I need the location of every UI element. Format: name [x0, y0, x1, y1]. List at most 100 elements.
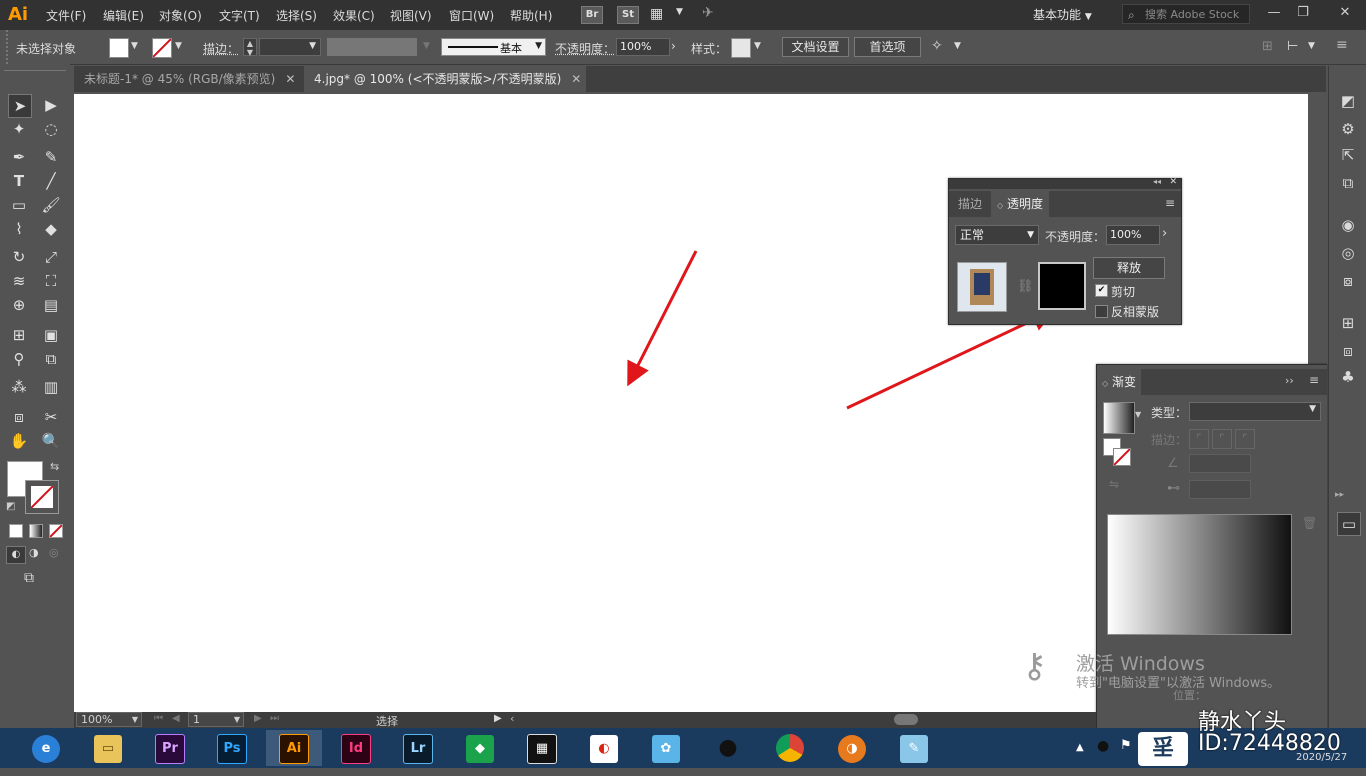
type-tool-icon[interactable]: T — [8, 170, 30, 192]
taskbar-green-app-icon[interactable]: ◆ — [458, 730, 502, 766]
magic-wand-tool-icon[interactable]: ✦ — [8, 118, 30, 140]
artwork-thumbnail[interactable] — [957, 262, 1007, 312]
default-fill-stroke-icon[interactable]: ◩ — [6, 501, 15, 512]
opacity-input[interactable]: 100% — [1106, 225, 1160, 245]
menu-help[interactable]: 帮助(H) — [510, 7, 552, 24]
taskbar-chat-app-icon[interactable]: ✿ — [644, 730, 688, 766]
menu-object[interactable]: 对象(O) — [159, 7, 202, 24]
minimize-window-button[interactable]: — — [1263, 4, 1285, 22]
fill-dropdown-icon[interactable]: ▼ — [131, 41, 138, 51]
opacity-label[interactable]: 不透明度： — [555, 40, 615, 57]
symbols-icon[interactable]: ♣ — [1337, 366, 1359, 388]
invert-mask-checkbox[interactable] — [1095, 305, 1108, 318]
menu-type[interactable]: 文字(T) — [219, 7, 260, 24]
pathfinder-icon[interactable]: ⧈ — [1337, 340, 1359, 362]
taskbar-browser-icon[interactable]: ◑ — [830, 730, 874, 766]
shaper-tool-icon[interactable]: ⌇ — [8, 218, 30, 240]
variable-width-profile[interactable] — [327, 38, 417, 56]
gradient-preview[interactable] — [1107, 514, 1292, 635]
graphic-styles-icon[interactable]: ◎ — [1337, 242, 1359, 264]
tray-expand-icon[interactable]: ▲ — [1076, 742, 1084, 753]
swap-fill-stroke-icon[interactable]: ⇆ — [50, 460, 59, 473]
artboard-tool-icon[interactable]: ⧈ — [8, 406, 30, 428]
preferences-button[interactable]: 首选项 — [854, 37, 921, 57]
stroke-swatch[interactable] — [152, 38, 172, 58]
export-icon[interactable]: ⇱ — [1337, 144, 1359, 166]
stroke-weight-stepper[interactable]: ▲ ▼ — [243, 38, 257, 57]
paintbrush-tool-icon[interactable]: 🖌 — [40, 194, 62, 216]
align-icon[interactable]: ⊞ — [1262, 39, 1273, 54]
gpu-rocket-icon[interactable]: ✈ — [702, 5, 714, 21]
panel-header[interactable]: ◂◂ ✕ — [949, 177, 1181, 189]
opacity-mask-thumbnail[interactable] — [1038, 262, 1086, 310]
clip-checkbox[interactable]: ✔ — [1095, 284, 1108, 297]
menu-window[interactable]: 窗口(W) — [449, 7, 494, 24]
taskbar-chrome-icon[interactable] — [768, 730, 812, 766]
scroll-left-icon[interactable]: ‹ — [510, 712, 514, 725]
gradient-dock-icon[interactable]: ▭ — [1337, 512, 1361, 536]
tab-transparency[interactable]: ◇ 透明度 — [991, 191, 1049, 217]
collapse-icon[interactable]: ◂◂ — [1153, 177, 1161, 186]
fill-swatch[interactable] — [109, 38, 129, 58]
screen-mode-icon[interactable]: ⧉ — [24, 570, 34, 586]
file-explorer-icon[interactable]: ▭ — [86, 730, 130, 766]
line-segment-tool-icon[interactable]: ╱ — [40, 170, 62, 192]
opacity-expand-icon[interactable]: › — [1162, 226, 1167, 241]
tab-stroke[interactable]: 描边 — [949, 191, 991, 217]
tab-untitled-1[interactable]: 未标题-1* @ 45% (RGB/像素预览) ✕ — [74, 66, 302, 92]
opacity-input[interactable]: 100% — [616, 38, 670, 56]
taskbar-lightroom-icon[interactable]: Lr — [396, 730, 440, 766]
perspective-grid-tool-icon[interactable]: ▤ — [40, 294, 62, 316]
direct-selection-tool-icon[interactable]: ▶ — [40, 94, 62, 116]
gradient-swatch[interactable] — [1103, 402, 1135, 434]
zoom-select[interactable]: 100% ▼ — [76, 712, 142, 727]
gradient-mode-icon[interactable] — [29, 524, 43, 538]
horizontal-scrollbar-thumb[interactable] — [894, 714, 918, 725]
quick-actions-dropdown-icon[interactable]: ▼ — [954, 41, 961, 51]
none-mode-icon[interactable] — [49, 524, 63, 538]
artboard-number-select[interactable]: 1 ▼ — [188, 712, 244, 727]
toolbar-grip[interactable] — [4, 70, 66, 75]
prev-artboard-icon[interactable]: ◀ — [172, 713, 180, 724]
slice-tool-icon[interactable]: ✂ — [40, 406, 62, 428]
rotate-tool-icon[interactable]: ↻ — [8, 246, 30, 268]
transform-icon[interactable]: ⊞ — [1337, 312, 1359, 334]
taskbar-indesign-icon[interactable]: Id — [334, 730, 378, 766]
app-logo[interactable]: Ai — [8, 4, 28, 25]
next-artboard-icon[interactable]: ▶ — [254, 713, 262, 724]
selection-tool-icon[interactable]: ➤ — [8, 94, 32, 118]
quick-actions-icon[interactable]: ✧ — [931, 38, 943, 54]
taskbar-illustrator-icon[interactable]: Ai — [266, 730, 322, 766]
taskbar-umbrella-app-icon[interactable]: ◐ — [582, 730, 626, 766]
column-graph-tool-icon[interactable]: ▥ — [40, 376, 62, 398]
draw-inside-icon[interactable]: ◎ — [49, 546, 59, 559]
eyedropper-tool-icon[interactable]: ⚲ — [8, 348, 30, 370]
tray-qq-icon[interactable]: ● — [1097, 738, 1109, 754]
status-menu-arrow-icon[interactable]: ▶ — [494, 713, 502, 724]
close-icon[interactable]: ✕ — [1169, 177, 1177, 187]
panel-menu-icon[interactable]: ≡ — [1309, 373, 1319, 387]
first-artboard-icon[interactable]: ⏮ — [154, 713, 163, 724]
opacity-expand-icon[interactable]: › — [671, 39, 676, 53]
rectangle-tool-icon[interactable]: ▭ — [8, 194, 30, 216]
gradient-swatch-dropdown-icon[interactable]: ▼ — [1135, 410, 1141, 419]
menu-select[interactable]: 选择(S) — [276, 7, 317, 24]
gradient-type-select[interactable]: ▼ — [1189, 402, 1321, 421]
taskbar-premiere-icon[interactable]: Pr — [148, 730, 192, 766]
release-button[interactable]: 释放 — [1093, 257, 1165, 279]
curvature-tool-icon[interactable]: ✎ — [40, 146, 62, 168]
width-tool-icon[interactable]: ≋ — [8, 270, 30, 292]
tray-flag-icon[interactable]: ⚑ — [1120, 738, 1132, 753]
bridge-button[interactable]: Br — [581, 6, 603, 24]
menu-view[interactable]: 视图(V) — [390, 7, 432, 24]
taskbar-video-app-icon[interactable]: ▦ — [520, 730, 564, 766]
eraser-tool-icon[interactable]: ◆ — [40, 218, 62, 240]
symbol-sprayer-tool-icon[interactable]: ⁂ — [8, 376, 30, 398]
layers-icon[interactable]: ⧉ — [1337, 172, 1359, 194]
lasso-tool-icon[interactable]: ◌ — [40, 118, 62, 140]
link-mask-icon[interactable]: ⛓ — [1017, 279, 1034, 294]
shape-builder-tool-icon[interactable]: ⊕ — [8, 294, 30, 316]
document-setup-button[interactable]: 文档设置 — [782, 37, 849, 57]
zoom-tool-icon[interactable]: 🔍 — [40, 430, 62, 452]
tab-gradient[interactable]: ◇ 渐变 — [1097, 369, 1141, 395]
